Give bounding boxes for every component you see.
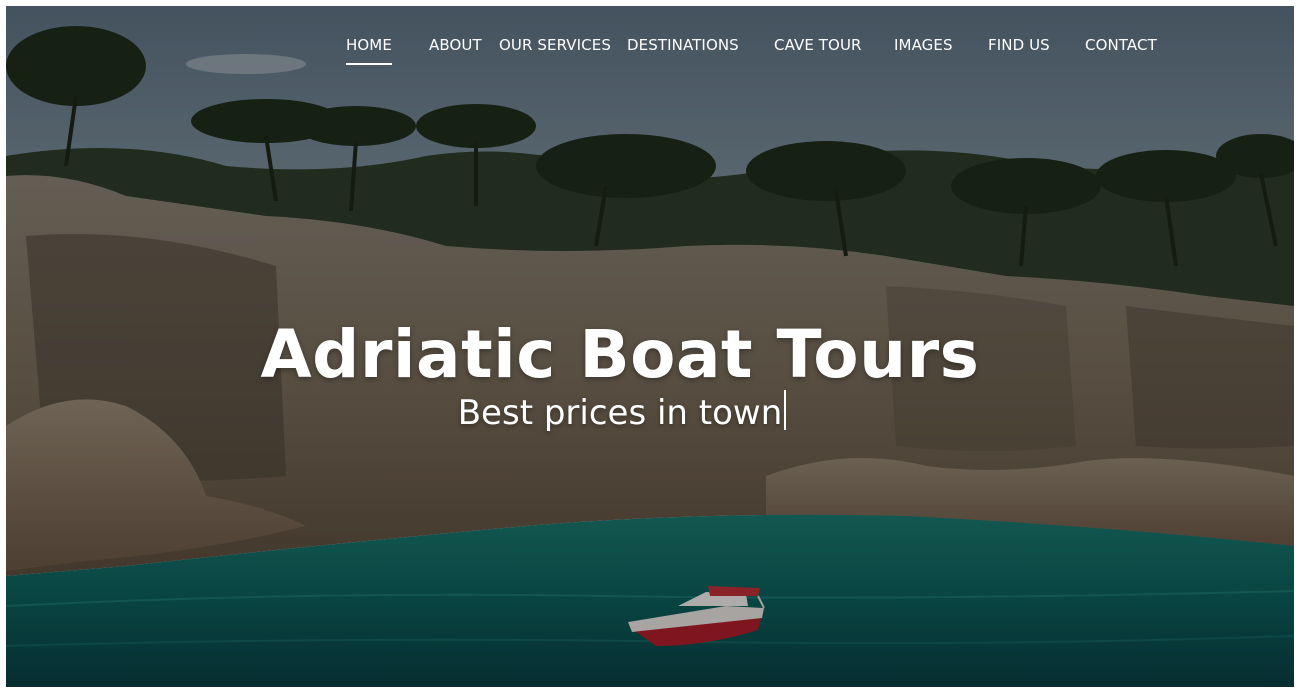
nav-item-find-us[interactable]: FIND US xyxy=(988,36,1050,54)
nav-item-about[interactable]: ABOUT xyxy=(429,36,482,54)
main-navigation: HOME ABOUT OUR SERVICES DESTINATIONS CAV… xyxy=(6,28,1294,68)
nav-item-destinations[interactable]: DESTINATIONS xyxy=(627,36,739,54)
text-cursor-icon xyxy=(784,390,787,430)
page-frame: HOME ABOUT OUR SERVICES DESTINATIONS CAV… xyxy=(6,6,1294,687)
nav-item-images[interactable]: IMAGES xyxy=(894,36,953,54)
nav-item-our-services[interactable]: OUR SERVICES xyxy=(499,36,611,54)
nav-item-cave-tour[interactable]: CAVE TOUR xyxy=(774,36,862,54)
nav-item-contact[interactable]: CONTACT xyxy=(1085,36,1157,54)
nav-item-home[interactable]: HOME xyxy=(346,36,392,65)
hero-title: Adriatic Boat Tours xyxy=(260,316,980,394)
hero-subtitle-container: Best prices in town xyxy=(6,390,1238,434)
hero-subtitle: Best prices in town xyxy=(457,393,783,433)
